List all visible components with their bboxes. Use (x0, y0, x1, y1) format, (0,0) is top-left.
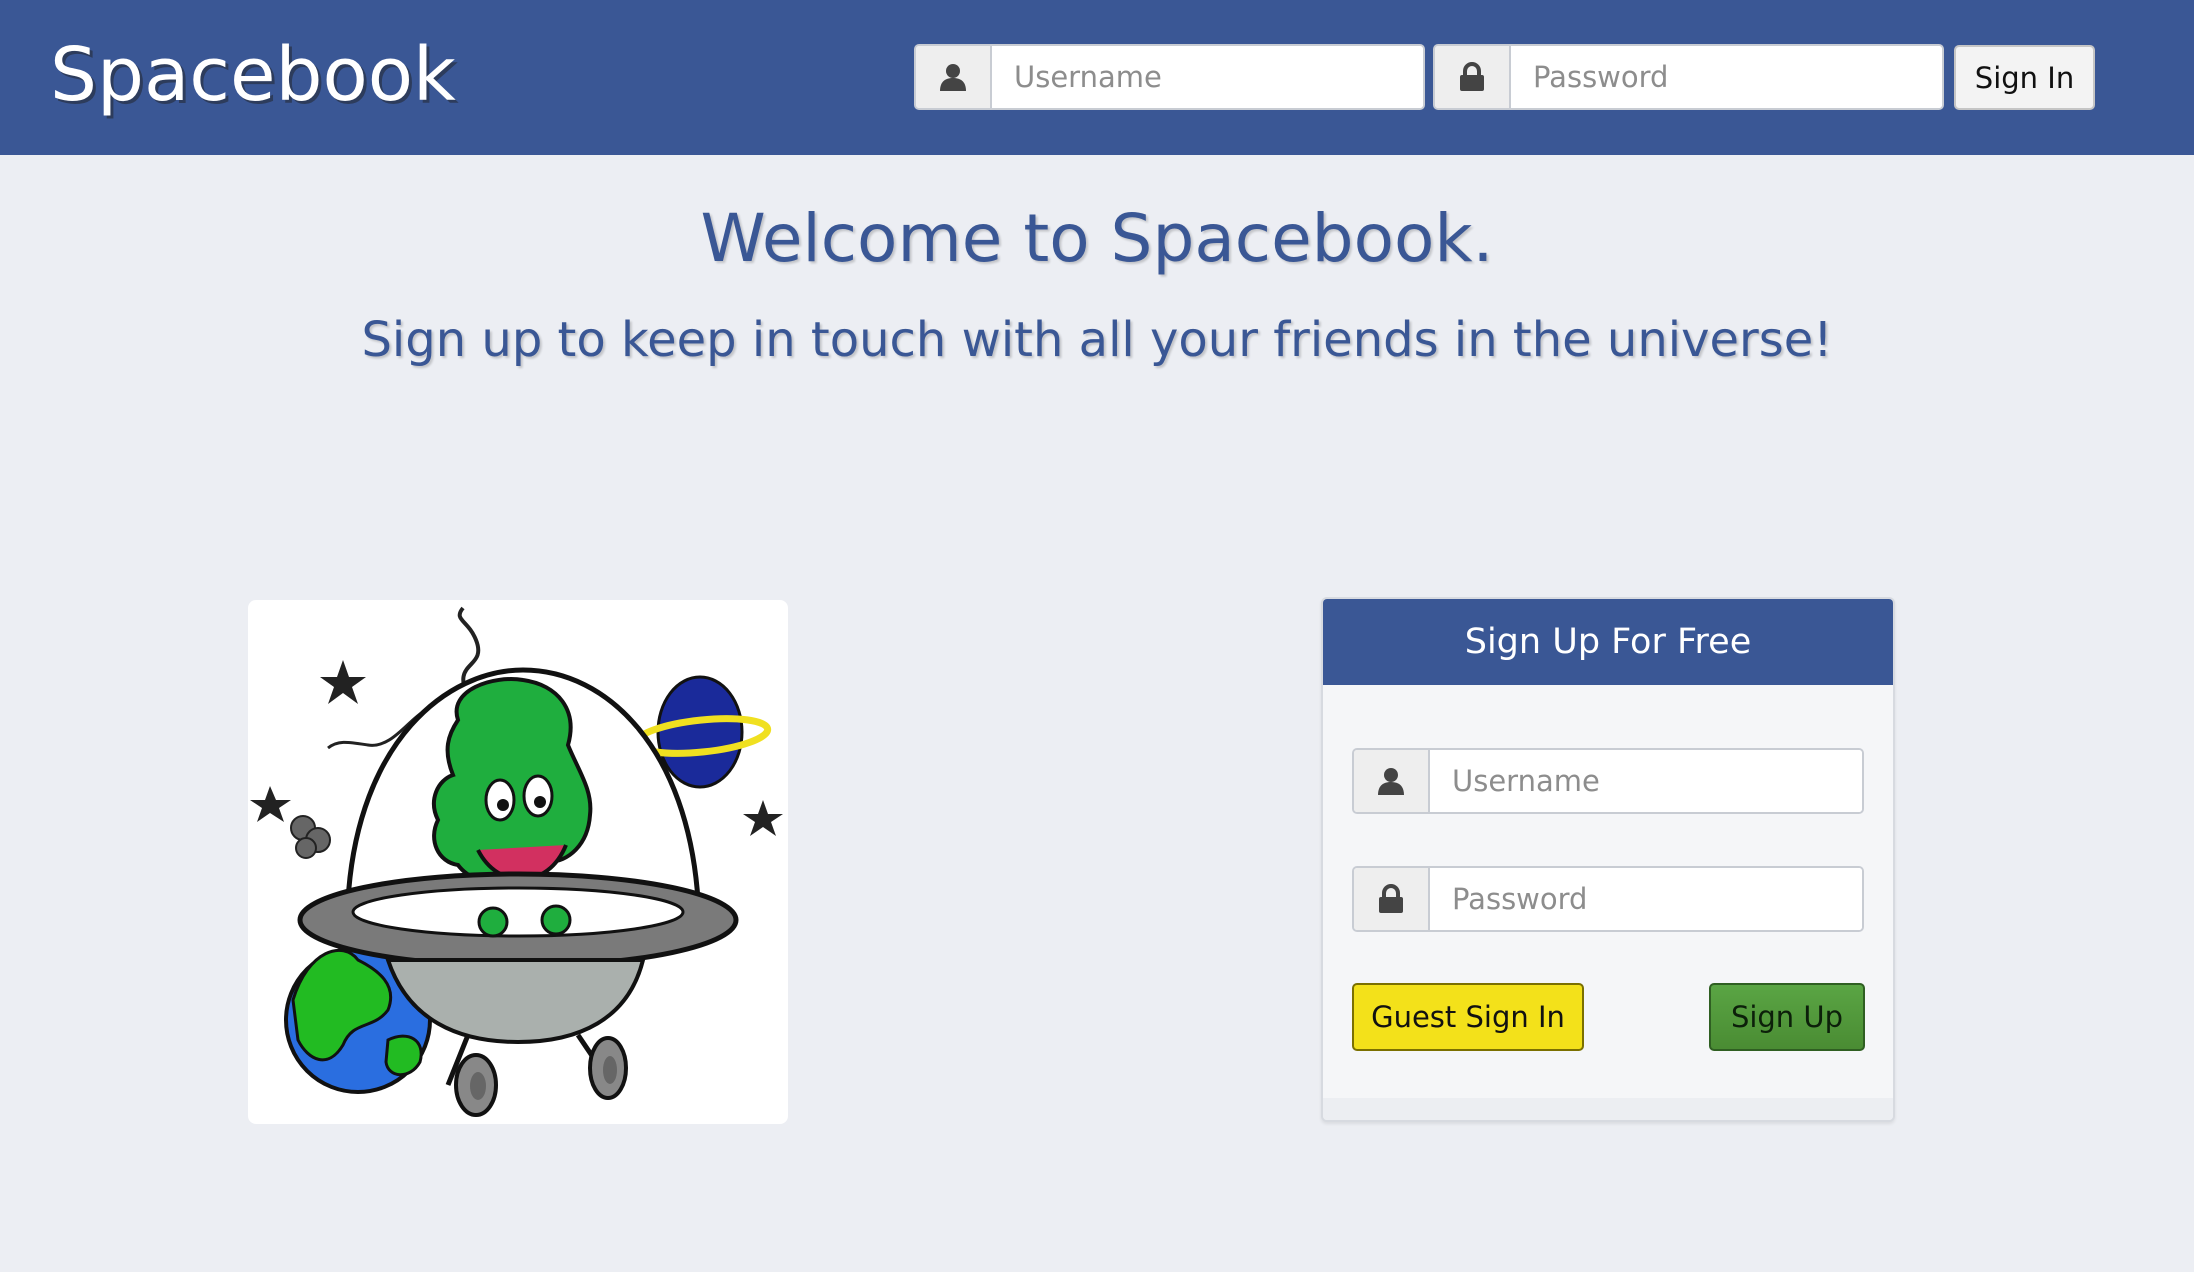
lock-icon (1435, 46, 1511, 108)
signup-panel-heading: Sign Up For Free (1323, 599, 1893, 685)
signup-username-group (1352, 748, 1864, 814)
user-icon (916, 46, 992, 108)
signup-password-group (1352, 866, 1864, 932)
nav-username-input[interactable] (992, 46, 1423, 108)
star-icon (320, 660, 366, 704)
brand-logo[interactable]: Spacebook (50, 30, 456, 120)
alien-spaceship-illustration (250, 606, 783, 1117)
signup-panel: Sign Up For Free Guest Sign In Sign Up (1321, 597, 1895, 1122)
welcome-title: Welcome to Spacebook. (700, 200, 1494, 277)
star-icon (743, 800, 783, 836)
sign-in-button[interactable]: Sign In (1954, 45, 2095, 110)
star-icon (250, 786, 291, 822)
top-navbar: Spacebook Sign In (0, 0, 2194, 155)
signup-username-input[interactable] (1430, 750, 1862, 812)
nav-password-input[interactable] (1511, 46, 1942, 108)
sign-up-button[interactable]: Sign Up (1709, 983, 1865, 1051)
welcome-subtitle: Sign up to keep in touch with all your f… (361, 312, 1833, 368)
guest-sign-in-button[interactable]: Guest Sign In (1352, 983, 1584, 1051)
lock-icon (1354, 868, 1430, 930)
user-icon (1354, 750, 1430, 812)
alien-illustration-card (248, 600, 788, 1124)
nav-username-group (914, 44, 1425, 110)
signup-password-input[interactable] (1430, 868, 1862, 930)
nav-password-group (1433, 44, 1944, 110)
signup-panel-footer (1323, 1098, 1893, 1120)
